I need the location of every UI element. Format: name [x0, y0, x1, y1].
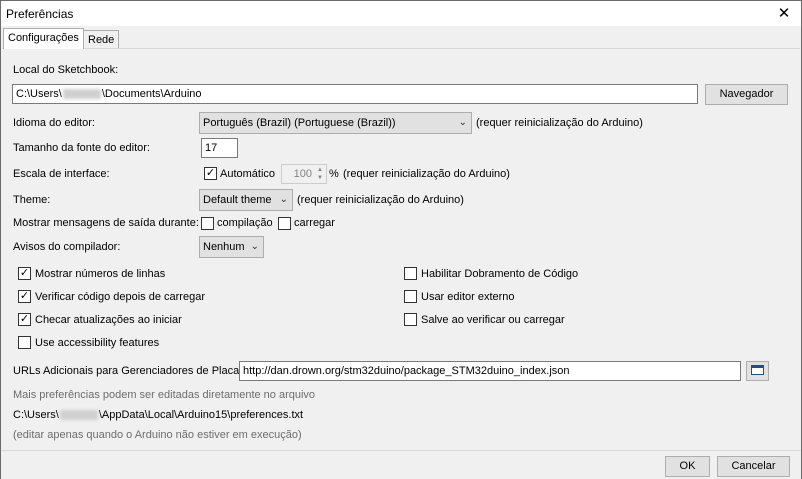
chevron-down-icon: ⌄ — [250, 241, 259, 252]
scale-spinner[interactable]: 100 ▲ ▼ — [281, 164, 327, 184]
save-on-verify-label: Salve ao verificar ou carregar — [421, 314, 565, 326]
sketchbook-path-prefix: C:\Users\ — [16, 88, 62, 100]
browse-button[interactable]: Navegador — [705, 84, 788, 105]
theme-label: Theme: — [13, 194, 51, 206]
accessibility-checkbox[interactable] — [18, 336, 31, 349]
font-size-label: Tamanho da fonte do editor: — [13, 142, 150, 154]
editor-language-value: Português (Brazil) (Portuguese (Brazil)) — [203, 117, 396, 129]
editor-language-note: (requer reinicialização do Arduino) — [476, 117, 643, 129]
sketchbook-label: Local do Sketchbook: — [13, 64, 119, 76]
spinner-arrows-icon: ▲ ▼ — [317, 167, 323, 181]
tab-network[interactable]: Rede — [83, 30, 120, 49]
auto-scale-checkbox[interactable]: ✓ — [204, 167, 217, 180]
chevron-down-icon: ⌄ — [279, 194, 288, 205]
show-line-numbers-label: Mostrar números de linhas — [35, 268, 166, 280]
editor-language-select[interactable]: Português (Brazil) (Portuguese (Brazil))… — [199, 112, 472, 134]
prefs-file-path: C:\Users\ \AppData\Local\Arduino15\prefer… — [13, 409, 303, 421]
verbose-output-label: Mostrar mensagens de saída durante: — [13, 217, 199, 229]
window-title: Preferências — [6, 7, 74, 21]
close-icon[interactable]: ✕ — [767, 1, 801, 26]
verbose-upload-checkbox[interactable] — [278, 217, 291, 230]
prefs-path-suffix: \AppData\Local\Arduino15\preferences.txt — [98, 409, 304, 421]
accessibility-label: Use accessibility features — [35, 337, 160, 349]
interface-scale-note: (requer reinicialização do Arduino) — [343, 168, 510, 180]
theme-note: (requer reinicialização do Arduino) — [297, 194, 464, 206]
scale-unit: % — [329, 168, 339, 180]
check-updates-checkbox[interactable]: ✓ — [18, 313, 31, 326]
verbose-compile-checkbox[interactable] — [201, 217, 214, 230]
font-size-input[interactable]: 17 — [201, 138, 238, 158]
code-folding-label: Habilitar Dobramento de Código — [421, 268, 579, 280]
prefs-path-prefix: C:\Users\ — [13, 409, 59, 421]
board-urls-label: URLs Adicionais para Gerenciadores de Pl… — [13, 365, 248, 377]
board-urls-input[interactable]: http://dan.drown.org/stm32duino/package_… — [239, 361, 741, 381]
auto-scale-label: Automático — [220, 168, 276, 180]
sketchbook-path-suffix: \Documents\Arduino — [101, 88, 202, 100]
external-editor-label: Usar editor externo — [421, 291, 515, 303]
show-line-numbers-checkbox[interactable]: ✓ — [18, 267, 31, 280]
verbose-compile-label: compilação — [217, 217, 273, 229]
scale-value: 100 — [293, 168, 312, 180]
editor-language-label: Idioma do editor: — [13, 117, 95, 129]
theme-value: Default theme — [203, 194, 272, 206]
compiler-warnings-label: Avisos do compilador: — [13, 241, 121, 253]
verify-after-upload-checkbox[interactable]: ✓ — [18, 290, 31, 303]
compiler-warnings-value: Nenhum — [203, 241, 245, 253]
ok-button[interactable]: OK — [665, 456, 710, 477]
external-editor-checkbox[interactable] — [404, 290, 417, 303]
redacted-username — [59, 410, 98, 421]
verify-after-upload-label: Verificar código depois de carregar — [35, 291, 205, 303]
tab-settings[interactable]: Configurações — [3, 28, 84, 49]
more-prefs-text: Mais preferências podem ser editadas dir… — [13, 389, 316, 401]
preferences-dialog: Preferências ✕ Configurações Rede Local … — [0, 0, 802, 479]
sketchbook-path-input[interactable]: C:\Users\ \Documents\Arduino — [12, 84, 698, 104]
edit-urls-button[interactable] — [746, 361, 769, 381]
code-folding-checkbox[interactable] — [404, 267, 417, 280]
window-list-icon — [751, 365, 764, 375]
title-bar: Preferências ✕ — [1, 1, 801, 26]
chevron-down-icon: ⌄ — [458, 117, 467, 128]
save-on-verify-checkbox[interactable] — [404, 313, 417, 326]
prefs-edit-note: (editar apenas quando o Arduino não esti… — [13, 429, 302, 441]
theme-select[interactable]: Default theme ⌄ — [199, 189, 293, 211]
redacted-username — [62, 89, 101, 100]
interface-scale-label: Escala de interface: — [13, 168, 110, 180]
check-updates-label: Checar atualizações ao iniciar — [35, 314, 182, 326]
compiler-warnings-select[interactable]: Nenhum ⌄ — [199, 236, 264, 258]
verbose-upload-label: carregar — [294, 217, 335, 229]
cancel-button[interactable]: Cancelar — [717, 456, 790, 477]
